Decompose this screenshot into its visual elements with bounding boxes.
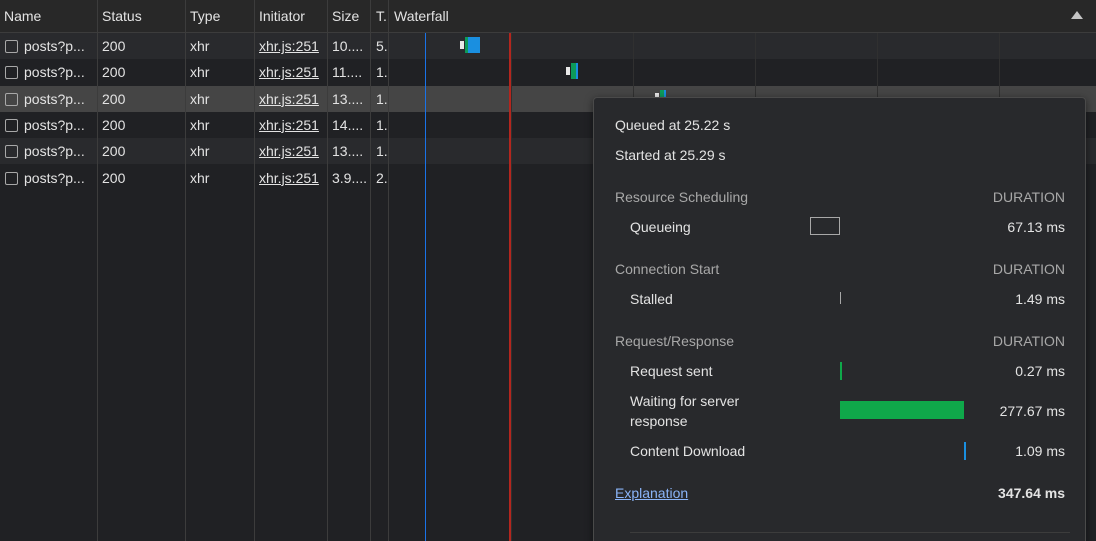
cell-name: posts?p... xyxy=(24,64,85,81)
cell-size: 11.... xyxy=(332,64,363,81)
row-checkbox[interactable] xyxy=(5,40,18,53)
cell-name: posts?p... xyxy=(24,143,85,160)
row-checkbox[interactable] xyxy=(5,66,18,80)
column-time-header[interactable]: T. xyxy=(372,0,388,32)
queueing-value: 67.13 ms xyxy=(1007,219,1065,235)
column-size-header[interactable]: Size xyxy=(328,0,370,32)
cell-initiator[interactable]: xhr.js:251 xyxy=(255,112,327,138)
cell-time: 1. xyxy=(376,64,388,81)
waiting-label-line2: response xyxy=(630,413,688,429)
column-divider xyxy=(388,0,389,541)
column-status-header[interactable]: Status xyxy=(98,0,184,32)
column-divider xyxy=(370,0,371,541)
cell-name: posts?p... xyxy=(24,90,85,107)
content-download-value: 1.09 ms xyxy=(1015,443,1065,459)
waterfall-download-segment xyxy=(576,63,578,79)
cell-initiator[interactable]: xhr.js:251 xyxy=(255,86,327,112)
cell-size: 3.9.... xyxy=(332,169,368,186)
load-event-line xyxy=(509,33,511,541)
cell-size: 10.... xyxy=(332,38,364,54)
request-sent-bar xyxy=(840,362,842,380)
started-at-text: Started at 25.29 s xyxy=(615,147,726,163)
cell-time: 1. xyxy=(376,90,388,107)
row-checkbox[interactable] xyxy=(5,92,18,106)
column-type-header[interactable]: Type xyxy=(186,0,253,32)
table-row[interactable]: posts?p... 200 xhr xhr.js:251 10.... 5. xyxy=(0,33,1096,59)
queueing-bar xyxy=(810,217,840,235)
cell-type: xhr xyxy=(190,64,210,81)
column-divider xyxy=(185,0,186,541)
cell-name: posts?p... xyxy=(24,169,85,186)
cell-initiator[interactable]: xhr.js:251 xyxy=(255,165,327,191)
cell-initiator[interactable]: xhr.js:251 xyxy=(255,59,327,85)
waterfall-download-segment xyxy=(664,90,666,97)
section-request-response: Request/Response xyxy=(615,333,735,349)
waiting-label-line1: Waiting for server xyxy=(630,393,740,409)
queued-at-text: Queued at 25.22 s xyxy=(615,117,731,133)
cell-status: 200 xyxy=(102,90,126,107)
column-divider xyxy=(327,0,328,541)
stalled-bar xyxy=(840,292,841,304)
cell-type: xhr xyxy=(190,90,210,107)
cell-time: 1. xyxy=(376,116,388,133)
cell-status: 200 xyxy=(102,143,126,160)
table-row[interactable]: posts?p... 200 xhr xhr.js:251 11.... 1. xyxy=(0,59,1096,85)
request-sent-label: Request sent xyxy=(630,363,713,379)
cell-type: xhr xyxy=(190,169,210,186)
popup-divider xyxy=(630,532,1070,533)
row-checkbox[interactable] xyxy=(5,118,18,132)
explanation-link[interactable]: Explanation xyxy=(615,485,688,501)
column-waterfall-header[interactable]: Waterfall xyxy=(390,0,990,32)
total-duration: 347.64 ms xyxy=(998,485,1065,501)
cell-type: xhr xyxy=(190,143,210,160)
content-download-label: Content Download xyxy=(630,443,746,459)
cell-status: 200 xyxy=(102,38,126,54)
cell-name: posts?p... xyxy=(24,116,85,133)
queueing-label: Queueing xyxy=(630,219,691,235)
duration-header: DURATION xyxy=(992,189,1065,205)
cell-type: xhr xyxy=(190,116,210,133)
network-panel: Name Status Type Initiator Size T. Water… xyxy=(0,0,1096,541)
cell-size: 13.... xyxy=(332,90,364,107)
duration-header: DURATION xyxy=(992,261,1065,277)
stalled-label: Stalled xyxy=(630,291,673,307)
cell-initiator[interactable]: xhr.js:251 xyxy=(255,138,327,164)
sort-ascending-icon[interactable] xyxy=(1071,11,1083,19)
waterfall-queue-segment xyxy=(460,41,464,49)
request-sent-value: 0.27 ms xyxy=(1015,363,1065,379)
row-checkbox[interactable] xyxy=(5,171,18,185)
cell-type: xhr xyxy=(190,38,210,54)
cell-status: 200 xyxy=(102,116,126,133)
column-name-header[interactable]: Name xyxy=(0,0,97,32)
cell-time: 1. xyxy=(376,143,388,160)
row-checkbox[interactable] xyxy=(5,145,18,159)
cell-size: 14.... xyxy=(332,116,364,133)
waiting-value: 277.67 ms xyxy=(999,403,1065,419)
table-header: Name Status Type Initiator Size T. Water… xyxy=(0,0,1096,33)
dom-content-loaded-line xyxy=(425,33,426,541)
stalled-value: 1.49 ms xyxy=(1015,291,1065,307)
column-divider xyxy=(97,0,98,541)
cell-size: 13.... xyxy=(332,143,364,160)
cell-status: 200 xyxy=(102,64,126,81)
section-resource-scheduling: Resource Scheduling xyxy=(615,189,749,205)
column-initiator-header[interactable]: Initiator xyxy=(255,0,327,32)
cell-time: 5. xyxy=(376,38,388,54)
duration-header: DURATION xyxy=(992,333,1065,349)
cell-initiator[interactable]: xhr.js:251 xyxy=(255,33,327,59)
section-connection-start: Connection Start xyxy=(615,261,720,277)
cell-name: posts?p... xyxy=(24,38,85,54)
waterfall-download-segment xyxy=(468,37,480,53)
cell-time: 2. xyxy=(376,169,388,186)
column-divider xyxy=(254,0,255,541)
waterfall-gridline xyxy=(511,33,512,541)
timing-popup: Queued at 25.22 s Started at 25.29 s Res… xyxy=(593,97,1086,541)
waterfall-queue-segment xyxy=(566,67,570,75)
cell-status: 200 xyxy=(102,169,126,186)
